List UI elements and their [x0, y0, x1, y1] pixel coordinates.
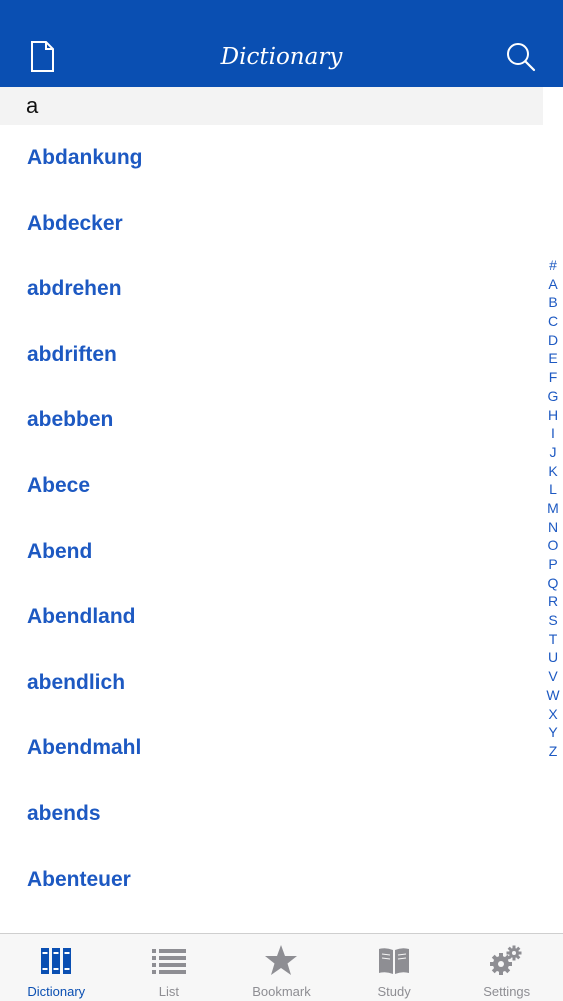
index-letter-p[interactable]: P — [543, 555, 563, 574]
list-item[interactable]: abdriften — [0, 322, 540, 388]
index-letter-n[interactable]: N — [543, 518, 563, 537]
index-letter-k[interactable]: K — [543, 462, 563, 481]
index-letter-o[interactable]: O — [543, 536, 563, 555]
entry-label: Abdecker — [27, 211, 123, 235]
list-item[interactable]: abendlich — [0, 650, 540, 716]
entry-label: Abendmahl — [27, 736, 142, 760]
alphabet-index[interactable]: # A B C D E F G H I J K L M N O P Q R S … — [543, 256, 563, 761]
list-item[interactable]: abebben — [0, 387, 540, 453]
index-letter-q[interactable]: Q — [543, 574, 563, 593]
index-letter-r[interactable]: R — [543, 592, 563, 611]
index-letter-f[interactable]: F — [543, 368, 563, 387]
gear-icon — [489, 944, 523, 976]
index-letter-x[interactable]: X — [543, 705, 563, 724]
page-title: Dictionary — [220, 44, 343, 70]
list-item[interactable]: Abece — [0, 453, 540, 519]
index-letter-t[interactable]: T — [543, 630, 563, 649]
list-item[interactable]: Abendland — [0, 584, 540, 650]
tab-bar: Dictionary List Bookmark Study Settings — [0, 933, 563, 1001]
index-letter-s[interactable]: S — [543, 611, 563, 630]
entry-label: Abendland — [27, 605, 136, 629]
index-letter-i[interactable]: I — [543, 424, 563, 443]
section-letter: a — [26, 93, 39, 118]
tab-list[interactable]: List — [113, 934, 226, 1001]
list-item[interactable]: Abend — [0, 519, 540, 585]
entry-label: abdrehen — [27, 277, 122, 301]
index-letter-h[interactable]: H — [543, 406, 563, 425]
index-letter-w[interactable]: W — [543, 686, 563, 705]
entry-label: Abece — [27, 473, 91, 497]
entry-label: Abdankung — [27, 146, 143, 169]
tab-settings[interactable]: Settings — [450, 934, 563, 1001]
books-icon — [39, 944, 73, 976]
tab-study[interactable]: Study — [338, 934, 451, 1001]
tab-label: Study — [377, 984, 411, 999]
list-item[interactable]: Abendmahl — [0, 715, 540, 781]
index-letter-u[interactable]: U — [543, 648, 563, 667]
tab-bookmark[interactable]: Bookmark — [225, 934, 338, 1001]
index-letter-y[interactable]: Y — [543, 723, 563, 742]
list-item[interactable]: abends — [0, 781, 540, 847]
index-letter-m[interactable]: M — [543, 499, 563, 518]
tab-label: Dictionary — [27, 984, 86, 999]
tab-label: List — [158, 984, 179, 999]
entry-label: abends — [27, 801, 101, 825]
index-letter-g[interactable]: G — [543, 387, 563, 406]
entry-label: Abenteuer — [27, 867, 131, 891]
index-letter-a[interactable]: A — [543, 275, 563, 294]
tab-label: Settings — [483, 984, 531, 999]
list-item[interactable]: Abenteuer — [0, 847, 540, 913]
index-letter-l[interactable]: L — [543, 480, 563, 499]
index-letter-z[interactable]: Z — [543, 742, 563, 761]
index-letter-v[interactable]: V — [543, 667, 563, 686]
entry-label: Abend — [27, 539, 93, 563]
tab-dictionary[interactable]: Dictionary — [0, 934, 113, 1001]
search-icon — [507, 43, 536, 72]
index-letter-e[interactable]: E — [543, 349, 563, 368]
index-letter-j[interactable]: J — [543, 443, 563, 462]
list-item[interactable]: Abdankung — [0, 125, 540, 191]
tab-label: Bookmark — [252, 984, 311, 999]
index-letter-c[interactable]: C — [543, 312, 563, 331]
search-button[interactable] — [502, 38, 538, 76]
index-letter-d[interactable]: D — [543, 331, 563, 350]
entry-label: abendlich — [27, 670, 126, 694]
list-item[interactable]: Abdecker — [0, 191, 540, 257]
entry-label: abebben — [27, 408, 114, 432]
section-header: a — [0, 87, 543, 125]
list-item[interactable]: abdrehen — [0, 256, 540, 322]
entry-label: abdriften — [27, 342, 117, 366]
index-letter-hash[interactable]: # — [543, 256, 563, 275]
star-icon — [264, 944, 298, 976]
open-book-icon — [377, 944, 411, 976]
navigation-bar: Dictionary — [0, 0, 563, 87]
entry-list[interactable]: Abdankung Abdecker abdrehen abdriften ab… — [0, 125, 540, 933]
index-letter-b[interactable]: B — [543, 293, 563, 312]
list-icon — [151, 944, 186, 976]
